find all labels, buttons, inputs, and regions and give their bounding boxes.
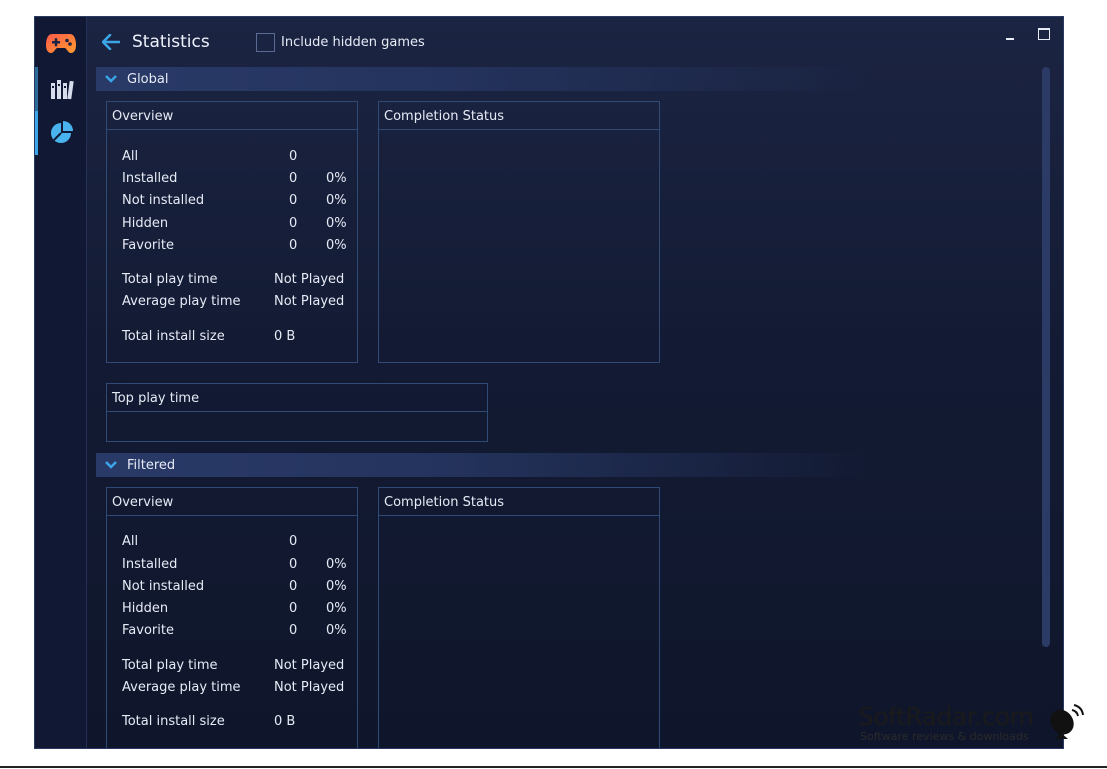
stat-count: 0 [289, 171, 298, 186]
stat-percent: 0% [326, 171, 347, 186]
install-size-label: Total install size [122, 714, 225, 729]
section-global-label: Global [127, 71, 169, 87]
vertical-scrollbar[interactable] [1042, 67, 1050, 647]
stat-count: 0 [289, 534, 298, 549]
library-icon[interactable] [35, 67, 86, 111]
section-filtered-header[interactable]: Filtered [96, 453, 876, 477]
overview-title: Overview [107, 488, 357, 516]
top-play-time-panel: Top play time [106, 383, 488, 442]
maximize-icon[interactable] [1028, 21, 1060, 47]
stat-count: 0 [289, 193, 298, 208]
stat-label: Not installed [122, 193, 205, 208]
stat-percent: 0% [326, 216, 347, 231]
stat-label: Hidden [122, 601, 169, 616]
stat-label: Favorite [122, 623, 174, 638]
top-play-time-title: Top play time [107, 384, 487, 412]
stat-percent: 0% [326, 238, 347, 253]
filtered-overview-panel: Overview All 0 Installed 0 0% Not instal… [106, 487, 358, 748]
titlebar: Statistics Include hidden games [86, 17, 1063, 67]
stat-percent: 0% [326, 623, 347, 638]
completion-title: Completion Status [379, 102, 659, 130]
stat-percent: 0% [326, 579, 347, 594]
satellite-dish-icon [1050, 704, 1084, 739]
stat-label: Not installed [122, 579, 205, 594]
global-overview-panel: Overview All 0 Installed 0 0% Not instal… [106, 101, 358, 363]
filtered-completion-panel: Completion Status [378, 487, 660, 748]
avg-play-time-value: Not Played [274, 294, 345, 309]
watermark-subtitle: Software reviews & downloads [860, 730, 1029, 743]
stat-count: 0 [289, 557, 298, 572]
overview-title: Overview [107, 102, 357, 130]
page-title: Statistics [132, 32, 210, 52]
stat-label: Installed [122, 171, 178, 186]
include-hidden-label[interactable]: Include hidden games [281, 35, 425, 50]
avg-play-time-label: Average play time [122, 294, 241, 309]
stat-count: 0 [289, 149, 298, 164]
avg-play-time-value: Not Played [274, 680, 345, 695]
stat-label: All [122, 534, 139, 549]
stat-count: 0 [289, 238, 298, 253]
avg-play-time-label: Average play time [122, 680, 241, 695]
chevron-down-icon [104, 72, 118, 86]
app-window: Statistics Include hidden games Global O… [34, 16, 1064, 749]
page-divider [0, 766, 1107, 768]
completion-title: Completion Status [379, 488, 659, 516]
stat-label: Hidden [122, 216, 169, 231]
global-completion-panel: Completion Status [378, 101, 660, 363]
stat-count: 0 [289, 601, 298, 616]
section-global-header[interactable]: Global [96, 67, 876, 91]
total-play-time-label: Total play time [122, 658, 218, 673]
close-icon[interactable] [1062, 21, 1063, 47]
include-hidden-checkbox[interactable] [256, 33, 275, 52]
install-size-label: Total install size [122, 329, 225, 344]
stat-percent: 0% [326, 557, 347, 572]
stat-label: Favorite [122, 238, 174, 253]
stat-count: 0 [289, 623, 298, 638]
total-play-time-value: Not Played [274, 272, 345, 287]
install-size-value: 0 B [274, 329, 296, 344]
install-size-value: 0 B [274, 714, 296, 729]
section-filtered-label: Filtered [127, 457, 176, 473]
total-play-time-value: Not Played [274, 658, 345, 673]
watermark-logo: SoftRadar.com Software reviews & downloa… [858, 702, 1094, 748]
stat-count: 0 [289, 579, 298, 594]
stat-percent: 0% [326, 193, 347, 208]
chevron-down-icon [104, 458, 118, 472]
stat-percent: 0% [326, 601, 347, 616]
statistics-icon[interactable] [35, 111, 86, 155]
stat-label: Installed [122, 557, 178, 572]
back-arrow-icon[interactable] [100, 31, 122, 53]
minimize-icon[interactable] [994, 21, 1026, 47]
sidebar [35, 17, 87, 748]
total-play-time-label: Total play time [122, 272, 218, 287]
stat-count: 0 [289, 216, 298, 231]
gamepad-icon[interactable] [35, 21, 86, 65]
watermark-title: SoftRadar.com [858, 702, 1034, 731]
stat-label: All [122, 149, 139, 164]
